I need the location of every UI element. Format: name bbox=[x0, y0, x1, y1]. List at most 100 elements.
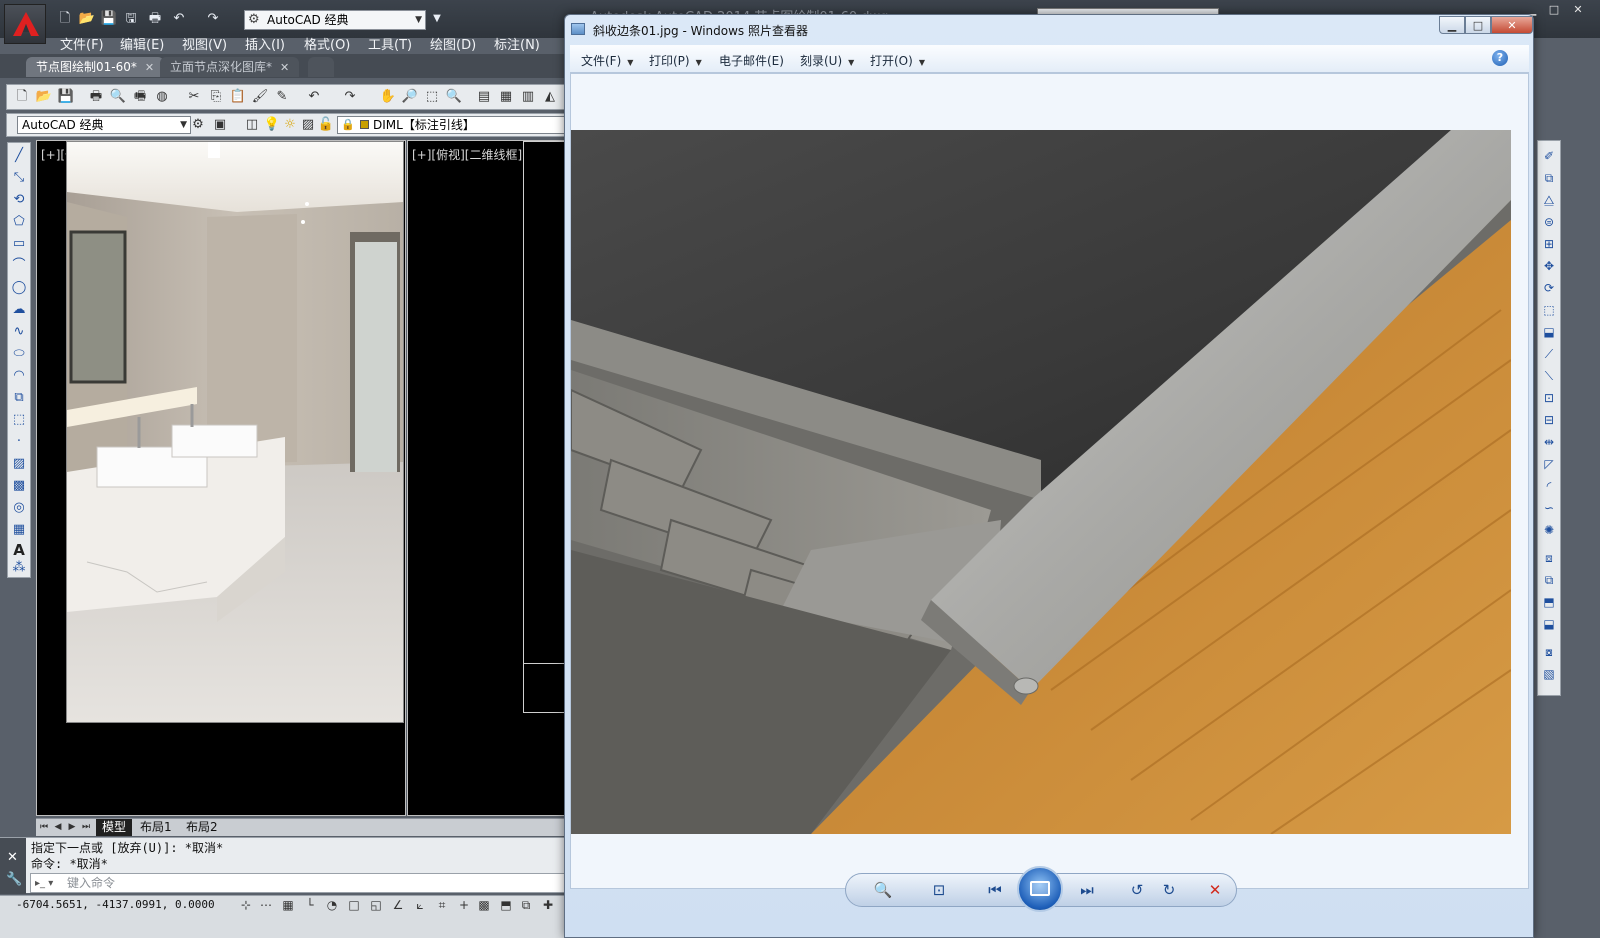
menu-format[interactable]: 格式(O) bbox=[304, 34, 350, 53]
layout-tab-2[interactable]: 布局2 bbox=[180, 819, 224, 836]
arc-icon[interactable]: ⌒ bbox=[10, 257, 28, 275]
revcloud-icon[interactable]: ☁ bbox=[10, 301, 28, 319]
wrench-icon[interactable]: 🔧 bbox=[6, 872, 22, 887]
redo-icon[interactable]: ↷ bbox=[341, 88, 359, 106]
spline-icon[interactable]: ∿ bbox=[10, 323, 28, 341]
photo-display-area[interactable] bbox=[570, 73, 1529, 889]
layer-freeze-icon[interactable]: ☼ bbox=[281, 116, 299, 134]
menu-file[interactable]: 文件(F) ▼ bbox=[581, 52, 633, 69]
last-tab-icon[interactable]: ⏭ bbox=[80, 820, 92, 834]
offset-icon[interactable]: ⊜ bbox=[1540, 213, 1558, 231]
quick-props-icon[interactable]: ⬒ bbox=[498, 897, 514, 913]
save-as-icon[interactable]: 🖫 bbox=[122, 10, 140, 28]
open-icon[interactable]: 📂 bbox=[35, 88, 53, 106]
help-icon[interactable]: ? bbox=[1492, 50, 1508, 66]
layout-tab-1[interactable]: 布局1 bbox=[134, 819, 178, 836]
ellipse-icon[interactable]: ⬭ bbox=[10, 345, 28, 363]
draworder-back-icon[interactable]: ⧉ bbox=[1540, 571, 1558, 589]
viewport-right[interactable]: [+][俯视][二维线框] bbox=[407, 140, 581, 816]
autocad-close-icon[interactable]: ✕ bbox=[1566, 2, 1590, 18]
menu-view[interactable]: 视图(V) bbox=[182, 34, 227, 53]
close-icon[interactable]: ✕ bbox=[7, 850, 18, 865]
markup-icon[interactable]: ◭ bbox=[541, 88, 559, 106]
save-icon[interactable]: 💾 bbox=[100, 10, 118, 28]
ortho-icon[interactable]: └ bbox=[302, 897, 318, 913]
polar-icon[interactable]: ◔ bbox=[324, 897, 340, 913]
workspace-settings-icon[interactable]: ⚙ bbox=[189, 116, 207, 134]
menu-file[interactable]: 文件(F) bbox=[60, 34, 104, 53]
autocad-app-button[interactable] bbox=[4, 4, 46, 44]
line-icon[interactable]: ╱ bbox=[10, 147, 28, 165]
layer-combo[interactable]: 🔒 DIML【标注引线】 ▼ bbox=[337, 116, 577, 134]
zoom-icon[interactable]: 🔍 bbox=[872, 880, 894, 900]
draworder-front-icon[interactable]: ⧈ bbox=[1540, 549, 1558, 567]
rectangle-icon[interactable]: ▭ bbox=[10, 235, 28, 253]
snap-mode-icon[interactable]: ⋯ bbox=[258, 897, 274, 913]
trim-icon[interactable]: ⟋ bbox=[1540, 345, 1558, 363]
3d-osnap-icon[interactable]: ◱ bbox=[368, 897, 384, 913]
ducs-icon[interactable]: ⟀ bbox=[412, 897, 428, 913]
menu-email[interactable]: 电子邮件(E) bbox=[719, 52, 784, 69]
workspace-switcher[interactable]: ⚙ AutoCAD 经典 ▼ bbox=[244, 10, 426, 30]
copy-icon[interactable]: ⎘ bbox=[207, 88, 225, 106]
annotation-monitor-icon[interactable]: ✚ bbox=[540, 897, 556, 913]
menu-draw[interactable]: 绘图(D) bbox=[430, 34, 476, 53]
join-icon[interactable]: ⇹ bbox=[1540, 433, 1558, 451]
save-icon[interactable]: 💾 bbox=[57, 88, 75, 106]
print-icon[interactable]: 🖶 bbox=[87, 88, 105, 106]
fillet-icon[interactable]: ◜ bbox=[1540, 477, 1558, 495]
qnew-icon[interactable]: 🗋 bbox=[13, 88, 31, 106]
layer-lock-icon[interactable]: 🔓 bbox=[317, 116, 335, 134]
mtext-icon[interactable]: A bbox=[10, 541, 28, 559]
draworder-above-icon[interactable]: ⬒ bbox=[1540, 593, 1558, 611]
otrack-icon[interactable]: ∠ bbox=[390, 897, 406, 913]
menu-insert[interactable]: 插入(I) bbox=[245, 34, 285, 53]
region-icon[interactable]: ◎ bbox=[10, 499, 28, 517]
zoom-window-icon[interactable]: ⬚ bbox=[423, 88, 441, 106]
delete-icon[interactable]: ✕ bbox=[1204, 880, 1226, 900]
publish-icon[interactable]: 🖷 bbox=[131, 88, 149, 106]
table-icon[interactable]: ▦ bbox=[10, 521, 28, 539]
close-button[interactable]: ✕ bbox=[1491, 16, 1533, 34]
text-front-icon[interactable]: ⧇ bbox=[1540, 643, 1558, 661]
menu-open[interactable]: 打开(O) ▼ bbox=[870, 52, 925, 69]
paste-icon[interactable]: 📋 bbox=[229, 88, 247, 106]
command-prompt-icon[interactable]: ▸_ ▾ bbox=[35, 875, 59, 891]
chamfer-icon[interactable]: ◸ bbox=[1540, 455, 1558, 473]
scale-icon[interactable]: ⬚ bbox=[1540, 301, 1558, 319]
command-input[interactable]: ▸_ ▾ 键入命令 bbox=[30, 873, 578, 893]
autocad-maximize-icon[interactable]: □ bbox=[1542, 2, 1566, 18]
menu-dimension[interactable]: 标注(N) bbox=[494, 34, 540, 53]
gradient-icon[interactable]: ▩ bbox=[10, 477, 28, 495]
ellipse-arc-icon[interactable]: ◠ bbox=[10, 367, 28, 385]
zoom-previous-icon[interactable]: 🔍 bbox=[445, 88, 463, 106]
circle-icon[interactable]: ◯ bbox=[10, 279, 28, 297]
break-at-point-icon[interactable]: ⊡ bbox=[1540, 389, 1558, 407]
construction-line-icon[interactable]: ⤡ bbox=[10, 169, 28, 187]
undo-icon[interactable]: ↶ bbox=[305, 88, 323, 106]
lineweight-icon[interactable]: + bbox=[456, 897, 472, 913]
preview-icon[interactable]: 🔍 bbox=[109, 88, 127, 106]
explode-icon[interactable]: ✺ bbox=[1540, 521, 1558, 539]
new-tab-button[interactable] bbox=[308, 57, 334, 77]
pan-icon[interactable]: ✋ bbox=[379, 88, 397, 106]
copy-object-icon[interactable]: ⧉ bbox=[1540, 169, 1558, 187]
mirror-icon[interactable]: ⧋ bbox=[1540, 191, 1558, 209]
file-tab[interactable]: 立面节点深化图库* ✕ bbox=[160, 57, 300, 77]
extend-icon[interactable]: ⟍ bbox=[1540, 367, 1558, 385]
dyn-icon[interactable]: ⌗ bbox=[434, 897, 450, 913]
customize-qa-icon[interactable]: ▼ bbox=[428, 10, 446, 28]
hatch-back-icon[interactable]: ▧ bbox=[1540, 665, 1558, 683]
layout-tab-model[interactable]: 模型 bbox=[96, 819, 133, 836]
array-icon[interactable]: ⊞ bbox=[1540, 235, 1558, 253]
rotate-clockwise-icon[interactable]: ↻ bbox=[1158, 880, 1180, 900]
3d-print-icon[interactable]: ◍ bbox=[153, 88, 171, 106]
viewport-left[interactable]: [+][俯视][二维线框] bbox=[36, 140, 406, 816]
redo-icon[interactable]: ↷ bbox=[204, 10, 222, 28]
menu-edit[interactable]: 编辑(E) bbox=[120, 34, 164, 53]
actual-size-icon[interactable]: ⊡ bbox=[928, 880, 950, 900]
draworder-under-icon[interactable]: ⬓ bbox=[1540, 615, 1558, 633]
minimize-button[interactable]: ▁ bbox=[1439, 16, 1465, 34]
open-file-icon[interactable]: 📂 bbox=[78, 10, 96, 28]
next-icon[interactable]: ⏭ bbox=[1076, 880, 1098, 900]
